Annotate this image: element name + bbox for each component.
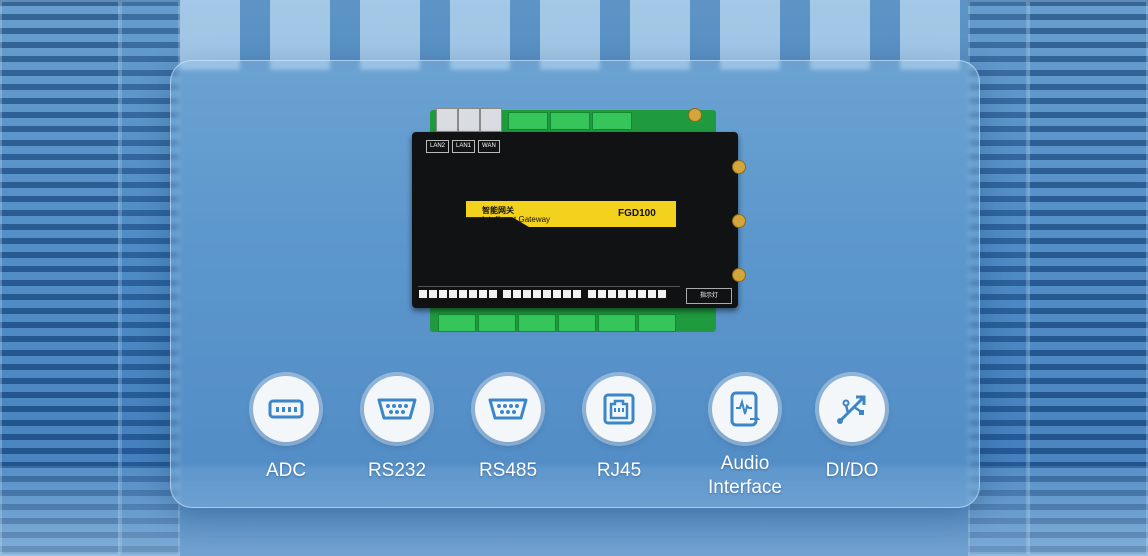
indicator-label: 指示灯 xyxy=(686,288,732,304)
feature-label: Audio Interface xyxy=(693,452,797,500)
port-label: LAN1 xyxy=(452,140,476,153)
port-label: WAN xyxy=(478,140,500,153)
feature-rs485: RS485 xyxy=(456,376,560,483)
antenna-connector xyxy=(688,108,702,122)
feature-label-line2: Interface xyxy=(708,477,782,498)
usb-dido-icon xyxy=(819,376,885,442)
feature-di-do: DI/DO xyxy=(800,376,904,483)
adc-port-icon xyxy=(253,376,319,442)
rj45-jack xyxy=(458,108,480,132)
device-model: FGD100 xyxy=(618,208,656,219)
device-name-en: Intelligent Gateway xyxy=(482,215,551,224)
db9-port-icon xyxy=(364,376,430,442)
feature-rs232: RS232 xyxy=(345,376,449,483)
antenna-connector xyxy=(732,268,746,282)
port-label: LAN2 xyxy=(426,140,450,153)
feature-label: DI/DO xyxy=(825,460,879,481)
feature-label: RS485 xyxy=(478,460,538,481)
rj45-jack xyxy=(436,108,458,132)
feature-audio-interface: Audio Interface xyxy=(693,376,797,500)
db9-port-icon xyxy=(475,376,541,442)
feature-adc: ADC xyxy=(234,376,338,483)
feature-list: ADC RS232 RS485 RJ45 Audio Interface DI/… xyxy=(253,376,895,498)
feature-rj45: RJ45 xyxy=(567,376,671,483)
rj45-jack xyxy=(480,108,502,132)
feature-label: RS232 xyxy=(367,460,427,481)
antenna-connector xyxy=(732,214,746,228)
feature-label: RJ45 xyxy=(596,460,642,481)
terminal-block-row xyxy=(418,286,680,303)
rj45-port-icon xyxy=(586,376,652,442)
feature-label: ADC xyxy=(265,460,307,481)
antenna-connector xyxy=(732,160,746,174)
audio-interface-icon xyxy=(712,376,778,442)
feature-label-line1: Audio xyxy=(720,453,770,474)
